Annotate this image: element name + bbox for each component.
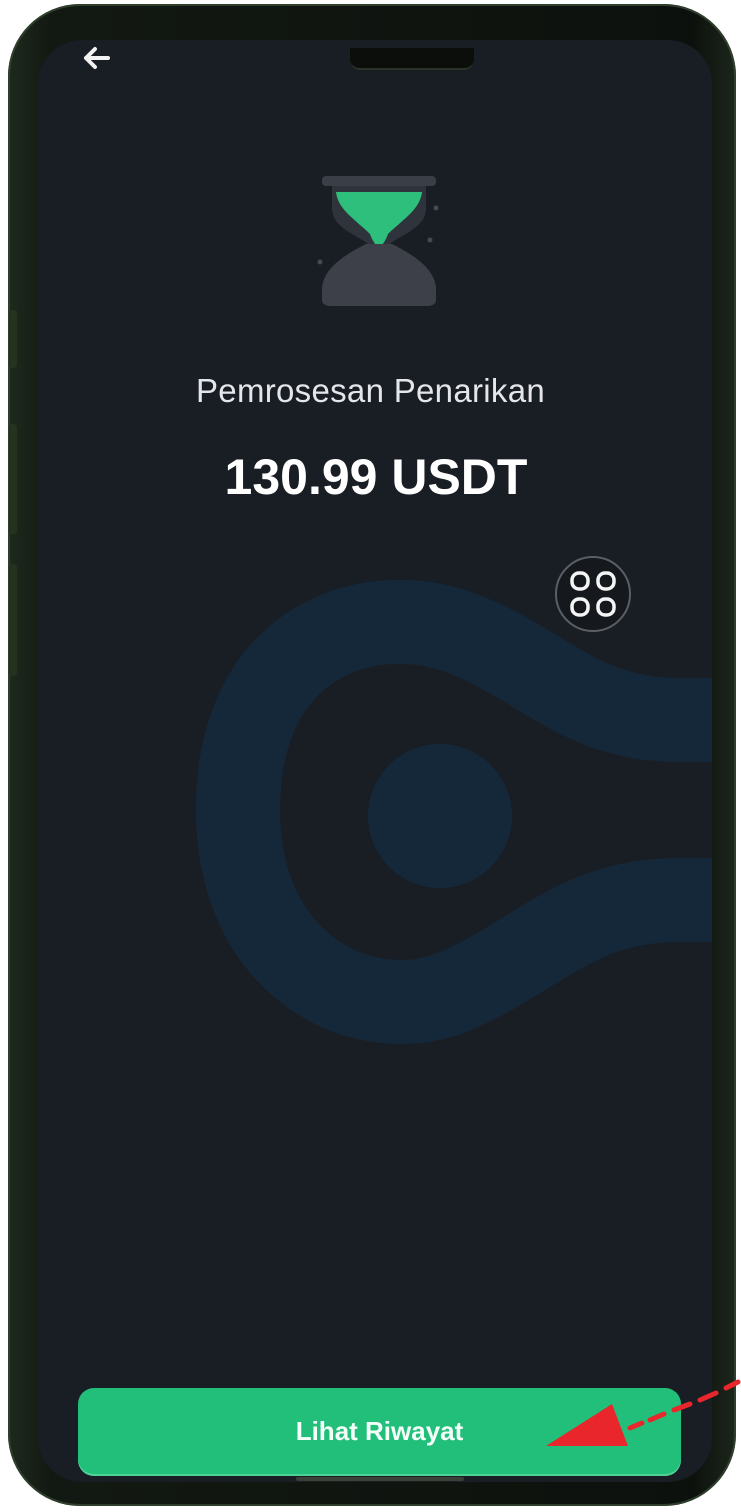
arrow-left-icon bbox=[84, 47, 110, 69]
view-history-button[interactable]: Lihat Riwayat bbox=[78, 1388, 681, 1476]
apps-button[interactable] bbox=[555, 556, 631, 632]
withdrawal-amount: 130.99 USDT bbox=[224, 449, 528, 505]
page-title: Pemrosesan Penarikan bbox=[195, 372, 546, 409]
view-history-label: Lihat Riwayat bbox=[295, 1416, 464, 1446]
grid-apps-icon bbox=[570, 571, 616, 617]
volume-down-button bbox=[9, 564, 17, 676]
hourglass-icon bbox=[304, 168, 454, 318]
home-indicator bbox=[296, 1477, 464, 1481]
back-button[interactable] bbox=[78, 42, 114, 74]
camera-notch bbox=[350, 48, 474, 70]
side-button bbox=[9, 310, 17, 368]
